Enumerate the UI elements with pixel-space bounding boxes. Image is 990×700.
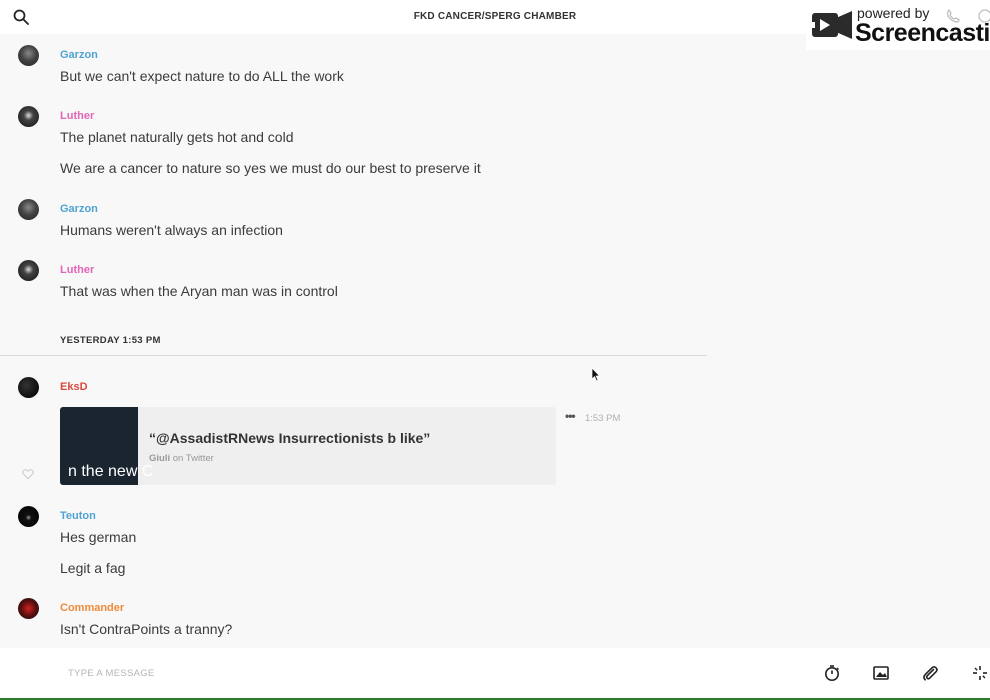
paperclip-icon[interactable]: [921, 664, 939, 682]
avatar[interactable]: [18, 506, 39, 527]
watermark-brand: Screencastify: [855, 19, 990, 47]
avatar[interactable]: [18, 106, 39, 127]
avatar[interactable]: [18, 45, 39, 66]
username[interactable]: Garzon: [60, 49, 98, 61]
embed-platform: on Twitter: [170, 453, 214, 464]
mouse-cursor-icon: [591, 367, 601, 382]
message-text: Humans weren't always an infection: [60, 222, 283, 238]
embed-thumbnail-text: n the new C: [68, 463, 154, 480]
message-group: Commander Isn't ContraPoints a tranny?: [0, 597, 707, 642]
message-text: The planet naturally gets hot and cold: [60, 129, 294, 145]
message-text: But we can't expect nature to do ALL the…: [60, 68, 344, 84]
username[interactable]: Commander: [60, 602, 124, 614]
info-icon[interactable]: [978, 9, 990, 23]
username[interactable]: EksD: [60, 381, 88, 393]
avatar[interactable]: [18, 598, 39, 619]
embed-source: Giuli on Twitter: [149, 453, 214, 464]
message-text: Isn't ContraPoints a tranny?: [60, 621, 233, 637]
avatar[interactable]: [18, 260, 39, 281]
avatar[interactable]: [18, 199, 39, 220]
heart-icon[interactable]: [22, 468, 34, 480]
screencastify-logo-icon: [809, 11, 852, 39]
message-composer: TYPE A MESSAGE: [0, 648, 990, 698]
username[interactable]: Luther: [60, 110, 94, 122]
image-icon[interactable]: [872, 664, 890, 682]
username[interactable]: Garzon: [60, 203, 98, 215]
more-options-button[interactable]: •••: [565, 409, 576, 423]
divider-line: [0, 355, 707, 356]
twitter-embed-card[interactable]: n the new C “@AssadistRNews Insurrection…: [60, 407, 556, 485]
timer-icon[interactable]: [823, 664, 841, 682]
message-timestamp: 1:53 PM: [585, 413, 621, 424]
message-text: We are a cancer to nature so yes we must…: [60, 160, 481, 176]
message-group: Garzon But we can't expect nature to do …: [0, 44, 707, 89]
message-input[interactable]: TYPE A MESSAGE: [68, 668, 155, 679]
day-divider: YESTERDAY 1:53 PM: [60, 335, 161, 346]
message-group: Luther That was when the Aryan man was i…: [0, 259, 707, 304]
message-text: That was when the Aryan man was in contr…: [60, 283, 338, 299]
screencastify-watermark: powered by Screencastify: [806, 0, 990, 50]
embed-title[interactable]: “@AssadistRNews Insurrectionists b like”: [149, 430, 430, 446]
sparkle-icon[interactable]: [971, 664, 989, 682]
username[interactable]: Teuton: [60, 510, 96, 522]
message-group: Garzon Humans weren't always an infectio…: [0, 198, 707, 243]
message-group: Luther The planet naturally gets hot and…: [0, 105, 707, 185]
message-text: Hes german: [60, 529, 137, 545]
message-group: Teuton Hes german Legit a fag: [0, 505, 707, 585]
embed-author[interactable]: Giuli: [149, 453, 170, 464]
embed-thumbnail[interactable]: n the new C: [60, 407, 153, 485]
avatar[interactable]: [18, 377, 39, 398]
message-text: Legit a fag: [60, 560, 126, 576]
username[interactable]: Luther: [60, 264, 94, 276]
phone-icon[interactable]: [946, 9, 960, 23]
